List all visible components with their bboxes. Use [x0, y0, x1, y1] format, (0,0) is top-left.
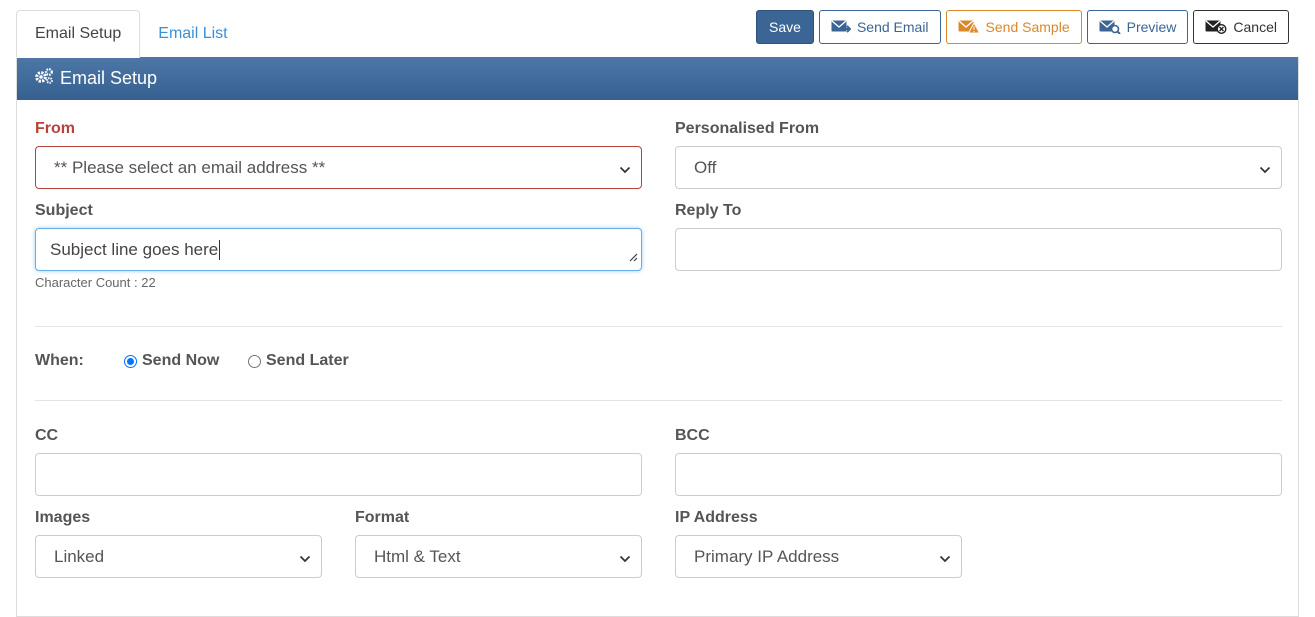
tab-email-setup[interactable]: Email Setup [16, 10, 141, 58]
tab-bar: Email Setup Email List [16, 10, 246, 58]
personalised-from-label: Personalised From [675, 120, 820, 137]
divider [35, 400, 1282, 401]
send-envelope-icon [831, 20, 851, 34]
from-value: ** Please select an email address ** [54, 157, 326, 177]
ip-address-select[interactable]: Primary IP Address [675, 535, 962, 578]
chevron-down-icon [299, 550, 311, 570]
panel-header: Email Setup [17, 57, 1298, 100]
ip-address-label: IP Address [675, 509, 758, 526]
preview-button[interactable]: Preview [1086, 10, 1189, 44]
send-sample-button[interactable]: Send Sample [945, 10, 1082, 44]
images-select[interactable]: Linked [35, 535, 322, 578]
from-label: From [35, 120, 75, 137]
subject-label: Subject [35, 202, 93, 219]
send-now-radio[interactable]: Send Now [124, 352, 219, 370]
send-later-radio[interactable]: Send Later [248, 352, 349, 370]
subject-field[interactable]: Subject line goes here [35, 228, 642, 271]
send-later-label: Send Later [266, 352, 349, 369]
reply-to-field[interactable] [675, 228, 1282, 271]
divider [35, 326, 1282, 327]
send-email-button[interactable]: Send Email [818, 10, 941, 44]
ip-address-value: Primary IP Address [694, 546, 840, 566]
resize-handle-icon[interactable] [628, 247, 638, 267]
chevron-down-icon [1259, 161, 1271, 181]
cancel-label: Cancel [1233, 19, 1277, 35]
cancel-envelope-icon [1205, 20, 1227, 34]
chevron-down-icon [939, 550, 951, 570]
format-select[interactable]: Html & Text [355, 535, 642, 578]
when-label: When: [35, 352, 84, 369]
format-value: Html & Text [374, 546, 461, 566]
preview-label: Preview [1126, 19, 1177, 35]
tab-email-list[interactable]: Email List [140, 10, 245, 58]
bcc-field[interactable] [675, 453, 1282, 496]
from-select[interactable]: ** Please select an email address ** [35, 146, 642, 189]
personalised-from-select[interactable]: Off [675, 146, 1282, 189]
send-email-label: Send Email [856, 19, 929, 35]
preview-envelope-icon [1099, 20, 1121, 34]
format-label: Format [355, 509, 410, 526]
chevron-down-icon [619, 161, 631, 181]
character-count: Character Count : 22 [35, 275, 156, 290]
chevron-down-icon [619, 550, 631, 570]
cc-field[interactable] [35, 453, 642, 496]
bcc-label: BCC [675, 427, 710, 444]
images-value: Linked [54, 546, 105, 566]
cc-label: CC [35, 427, 59, 444]
sample-envelope-icon [958, 20, 980, 34]
reply-to-label: Reply To [675, 202, 742, 219]
save-button-label: Save [769, 19, 801, 35]
send-sample-label: Send Sample [985, 19, 1070, 35]
personalised-from-value: Off [694, 157, 717, 177]
text-cursor [219, 239, 221, 260]
panel-title: Email Setup [60, 68, 158, 88]
images-label: Images [35, 509, 91, 526]
send-now-label: Send Now [142, 352, 220, 369]
radio-checked-icon [124, 354, 137, 368]
gears-icon [34, 67, 54, 90]
email-setup-panel: Email Setup From ** Please select an ema… [16, 57, 1299, 617]
cancel-button[interactable]: Cancel [1193, 10, 1289, 44]
save-button[interactable]: Save [756, 10, 814, 44]
subject-value: Subject line goes here [50, 239, 219, 259]
toolbar: Save Send Email Send Sample Preview Canc… [756, 10, 1289, 44]
radio-unchecked-icon [248, 354, 261, 368]
